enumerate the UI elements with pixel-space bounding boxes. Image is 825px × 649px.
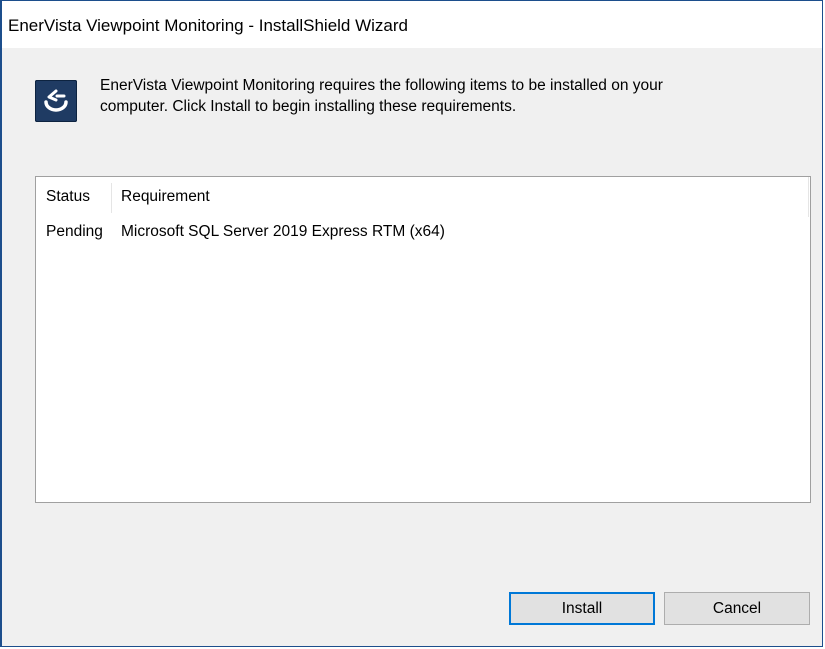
install-button[interactable]: Install [509,592,655,625]
list-item[interactable]: Pending Microsoft SQL Server 2019 Expres… [36,221,808,245]
requirement-name: Microsoft SQL Server 2019 Express RTM (x… [121,223,445,240]
column-header-requirement[interactable]: Requirement [121,188,210,206]
list-header: Status Requirement [36,177,809,217]
cancel-button[interactable]: Cancel [664,592,810,625]
column-header-status[interactable]: Status [46,188,90,206]
column-separator[interactable] [111,183,112,213]
window-title: EnerVista Viewpoint Monitoring - Install… [8,16,409,35]
requirement-status: Pending [46,223,103,240]
description-line-2: computer. Click Install to begin install… [100,98,517,115]
title-bar[interactable]: EnerVista Viewpoint Monitoring - Install… [2,1,822,48]
description-line-1: EnerVista Viewpoint Monitoring requires … [100,77,663,94]
requirements-list[interactable]: Status Requirement Pending Microsoft SQL… [35,176,811,503]
installshield-app-icon [35,80,77,122]
requirements-description: EnerVista Viewpoint Monitoring requires … [100,75,800,117]
installshield-wizard-window: EnerVista Viewpoint Monitoring - Install… [0,0,823,647]
